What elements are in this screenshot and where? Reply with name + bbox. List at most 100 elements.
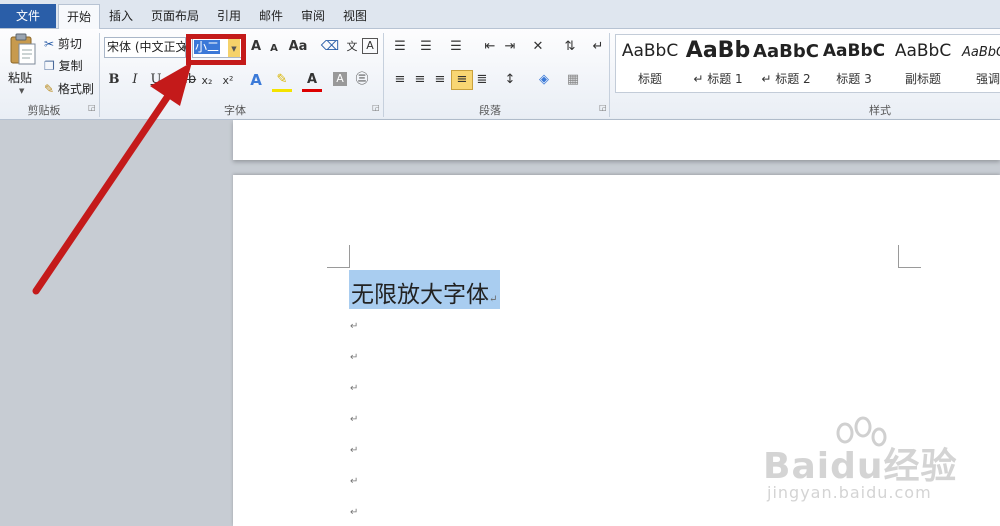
align-right-icon[interactable]: ≡ <box>430 71 450 89</box>
styles-gallery: AaBbC 标题 AaBb ↵ 标题 1 AaBbC ↵ 标题 2 AaBbC … <box>615 34 1000 93</box>
paste-label: 粘贴 <box>8 71 33 85</box>
style-preview: AaBbC <box>962 45 1000 60</box>
asian-layout-icon[interactable]: ✕ <box>528 38 548 56</box>
paragraph-mark: ↵ <box>489 294 498 305</box>
watermark-url: jingyan.baidu.com <box>767 483 932 502</box>
paragraph-mark: ↵ <box>350 383 359 394</box>
sort-icon[interactable]: ⇅ <box>560 38 580 56</box>
line-spacing-icon[interactable]: ↕ <box>500 71 520 89</box>
group-separator <box>99 33 100 117</box>
group-separator <box>383 33 384 117</box>
format-painter-label: 格式刷 <box>57 82 94 96</box>
paste-icon <box>10 33 36 65</box>
shading-icon[interactable]: ◈ <box>534 71 554 89</box>
paragraph-dialog-launcher-icon[interactable]: ◲ <box>599 103 607 112</box>
crop-mark-right <box>898 245 921 268</box>
style-preview: AaBbC <box>621 41 679 61</box>
style-heading-1[interactable]: AaBb ↵ 标题 1 <box>684 35 752 92</box>
tab-references[interactable]: 引用 <box>209 5 249 27</box>
paragraph-mark: ↵ <box>350 414 359 425</box>
paragraph-mark: ↵ <box>350 507 359 518</box>
font-color-icon[interactable]: A <box>302 71 322 89</box>
multilevel-list-icon[interactable]: ☰ <box>446 38 466 56</box>
style-heading-3[interactable]: AaBbC 标题 3 <box>820 35 888 92</box>
decrease-indent-icon[interactable]: ⇤ <box>480 38 500 56</box>
style-title[interactable]: AaBbC 标题 <box>616 35 684 92</box>
dialog-launcher-icon[interactable]: ◲ <box>88 103 96 112</box>
style-emphasis[interactable]: AaBbC 强调 <box>958 35 1000 92</box>
bullets-icon[interactable]: ☰ <box>390 38 410 56</box>
tab-mailings[interactable]: 邮件 <box>251 5 291 27</box>
tab-insert[interactable]: 插入 <box>101 5 141 27</box>
shrink-font-button[interactable]: A <box>264 40 284 58</box>
brush-icon: ✎ <box>44 82 55 96</box>
style-name: 标题 3 <box>836 72 872 86</box>
document-page-previous <box>233 120 1000 160</box>
clear-format-icon[interactable]: ⌫ <box>320 38 340 56</box>
align-center-icon[interactable]: ≡ <box>410 71 430 89</box>
font-name-combo[interactable]: 宋体 (中文正文 <box>104 37 186 58</box>
char-border-icon[interactable]: A <box>362 38 378 54</box>
crop-mark-left <box>327 245 350 268</box>
increase-indent-icon[interactable]: ⇥ <box>500 38 520 56</box>
paste-button[interactable]: 粘贴 ▼ <box>6 32 40 98</box>
show-marks-icon[interactable]: ↵ <box>588 38 608 56</box>
copy-icon: ❐ <box>44 59 55 73</box>
text-effects-icon[interactable]: A <box>246 71 266 89</box>
styles-group-label: 样式 <box>869 104 891 117</box>
style-heading-2[interactable]: AaBbC ↵ 标题 2 <box>752 35 820 92</box>
scissors-icon: ✂ <box>44 37 55 51</box>
char-shading-icon[interactable]: A <box>333 72 347 86</box>
cut-button[interactable]: ✂ 剪切 <box>44 35 82 52</box>
grow-font-button[interactable]: A <box>246 38 266 56</box>
change-case-button[interactable]: Aa <box>288 38 308 56</box>
paragraph-mark: ↵ <box>350 321 359 332</box>
style-name: ↵ 标题 1 <box>693 72 743 86</box>
style-preview: AaBbC <box>822 41 886 61</box>
font-color-bar <box>302 89 322 92</box>
numbering-icon[interactable]: ☰ <box>416 38 436 56</box>
distributed-icon[interactable]: ≣ <box>472 71 492 89</box>
phonetic-guide-icon[interactable]: 文 <box>342 38 362 56</box>
tab-review[interactable]: 审阅 <box>293 5 333 27</box>
selected-text: 无限放大字体 <box>351 282 489 308</box>
ribbon-home: 粘贴 ▼ ✂ 剪切 ❐ 复制 ✎ 格式刷 剪贴板 ◲ 宋体 (中文正文 ▼ 小二… <box>0 29 1000 120</box>
style-preview: AaBbC <box>894 41 952 61</box>
document-text-line[interactable]: 无限放大字体↵ <box>351 275 497 309</box>
paragraph-group-label: 段落 <box>479 104 501 117</box>
watermark-brand: Baidu经验 <box>763 446 958 487</box>
bold-button[interactable]: B <box>104 71 124 89</box>
align-left-icon[interactable]: ≡ <box>390 71 410 89</box>
strikethrough-icon[interactable]: ab <box>178 71 198 89</box>
enclose-char-icon[interactable]: ㊂ <box>352 71 372 89</box>
font-group-label: 字体 <box>224 104 246 117</box>
font-name-value: 宋体 (中文正文 <box>107 40 186 54</box>
paragraph-mark: ↵ <box>350 352 359 363</box>
subscript-button[interactable]: x₂ <box>197 72 217 90</box>
cut-label: 剪切 <box>57 37 82 51</box>
font-dialog-launcher-icon[interactable]: ◲ <box>372 103 380 112</box>
clipboard-group-label: 剪贴板 <box>27 104 61 117</box>
style-name: ↵ 标题 2 <box>761 72 811 86</box>
tab-file[interactable]: 文件 <box>0 4 56 28</box>
tab-page-layout[interactable]: 页面布局 <box>143 5 207 27</box>
paragraph-mark: ↵ <box>350 445 359 456</box>
format-painter-button[interactable]: ✎ 格式刷 <box>44 80 94 97</box>
borders-icon[interactable]: ▦ <box>563 71 583 89</box>
underline-button[interactable]: U <box>146 71 166 89</box>
highlighter-icon[interactable]: ✎ <box>272 71 292 89</box>
highlight-box <box>186 34 246 65</box>
tab-view[interactable]: 视图 <box>335 5 375 27</box>
highlight-color-bar <box>272 89 292 92</box>
superscript-button[interactable]: x² <box>218 72 238 90</box>
italic-button[interactable]: I <box>125 71 145 89</box>
style-name: 强调 <box>976 72 1000 86</box>
style-subtitle[interactable]: AaBbC 副标题 <box>888 35 958 92</box>
justify-icon[interactable]: ≡ <box>451 70 473 90</box>
tab-home[interactable]: 开始 <box>58 4 101 29</box>
style-preview: AaBbC <box>753 41 819 62</box>
style-name: 标题 <box>637 72 662 86</box>
paste-dropdown-icon[interactable]: ▼ <box>19 87 24 95</box>
baidu-watermark: Baidu经验 jingyan.baidu.com <box>763 415 993 515</box>
copy-button[interactable]: ❐ 复制 <box>44 57 83 74</box>
